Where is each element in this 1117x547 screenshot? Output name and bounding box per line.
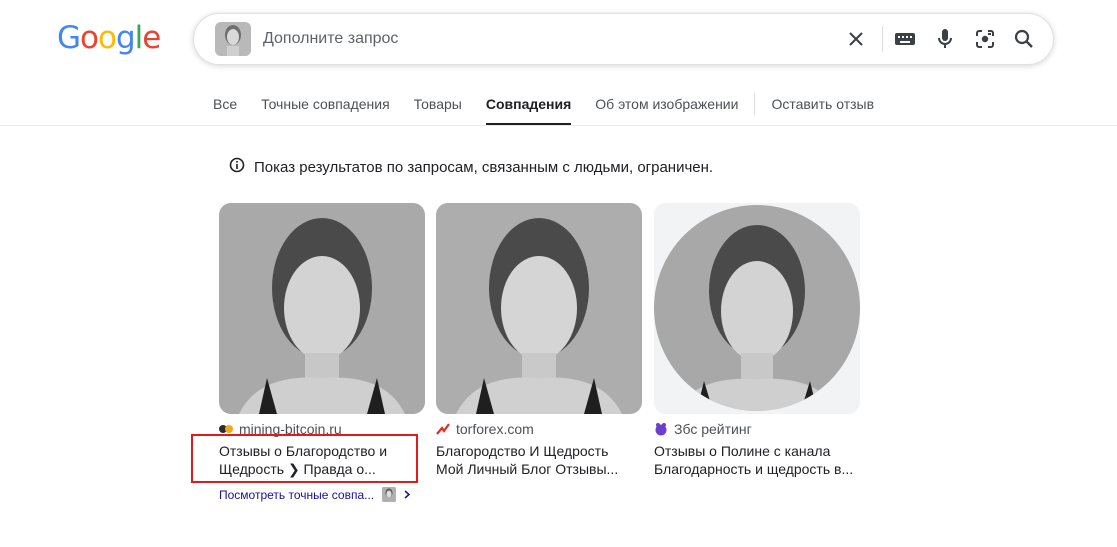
exact-link-label: Посмотреть точные совпа... bbox=[219, 487, 375, 502]
tab-matches[interactable]: Совпадения bbox=[485, 96, 572, 126]
title-line: Отзывы о Полине с канала bbox=[654, 443, 831, 459]
result-source[interactable]: Збс рейтинг bbox=[654, 421, 860, 437]
logo-letter: o bbox=[98, 20, 117, 56]
tabs-divider bbox=[0, 125, 1117, 126]
search-icon[interactable] bbox=[1011, 26, 1037, 52]
source-name: Збс рейтинг bbox=[674, 421, 752, 437]
zbs-favicon-icon bbox=[654, 422, 668, 436]
result-title[interactable]: Благородство И Щедрость Мой Личный Блог … bbox=[436, 442, 642, 478]
tab-feedback[interactable]: Оставить отзыв bbox=[771, 96, 874, 126]
source-name: torforex.com bbox=[456, 421, 534, 437]
result-image[interactable] bbox=[436, 203, 642, 414]
google-logo[interactable]: Google bbox=[57, 20, 161, 56]
logo-letter: e bbox=[142, 20, 161, 56]
mini-thumbnail bbox=[382, 487, 397, 502]
tab-exact-matches[interactable]: Точные совпадения bbox=[261, 96, 390, 126]
result-image[interactable] bbox=[219, 203, 425, 414]
search-box[interactable]: Дополните запрос bbox=[193, 13, 1054, 65]
result-image[interactable] bbox=[654, 203, 860, 414]
logo-letter: l bbox=[134, 20, 144, 56]
chevron-right-icon bbox=[404, 488, 411, 502]
search-input[interactable]: Дополните запрос bbox=[263, 30, 398, 48]
restriction-notice: Показ результатов по запросам, связанным… bbox=[229, 157, 713, 177]
tab-bar: Все Точные совпадения Товары Совпадения … bbox=[213, 93, 898, 126]
highlight-box bbox=[191, 434, 418, 483]
mic-icon[interactable] bbox=[932, 26, 958, 52]
title-line: Мой Личный Блог Отзывы... bbox=[436, 461, 619, 477]
keyboard-icon[interactable] bbox=[892, 26, 918, 52]
tab-products[interactable]: Товары bbox=[414, 96, 462, 126]
result-title[interactable]: Отзывы о Полине с канала Благодарность и… bbox=[654, 442, 860, 478]
tab-separator bbox=[754, 93, 756, 115]
title-line: Благодарность и щедрость в... bbox=[654, 461, 854, 477]
logo-letter: G bbox=[57, 20, 81, 56]
info-icon[interactable] bbox=[229, 157, 245, 177]
result-source[interactable]: torforex.com bbox=[436, 421, 642, 437]
notice-text: Показ результатов по запросам, связанным… bbox=[254, 158, 714, 176]
lens-icon[interactable] bbox=[972, 26, 998, 52]
view-exact-matches-link[interactable]: Посмотреть точные совпа... bbox=[219, 487, 411, 502]
tab-about-image[interactable]: Об этом изображении bbox=[595, 96, 738, 126]
result-card[interactable]: Збс рейтинг Отзывы о Полине с канала Бла… bbox=[654, 203, 860, 478]
close-icon[interactable] bbox=[843, 26, 869, 52]
query-image-thumbnail[interactable] bbox=[215, 22, 251, 56]
logo-letter: g bbox=[115, 20, 136, 56]
torforex-favicon-icon bbox=[436, 422, 450, 436]
search-divider bbox=[882, 26, 883, 52]
title-line: Благородство И Щедрость bbox=[436, 443, 609, 459]
result-card[interactable]: torforex.com Благородство И Щедрость Мой… bbox=[436, 203, 642, 478]
tab-all[interactable]: Все bbox=[213, 96, 237, 126]
logo-letter: o bbox=[80, 20, 99, 56]
